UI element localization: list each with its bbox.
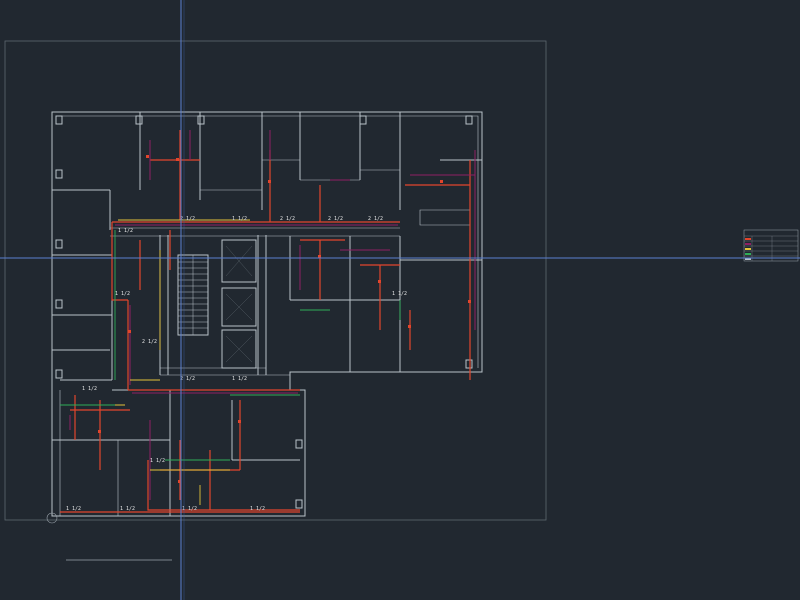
pipe-label: 1 1/2 [120, 506, 135, 512]
pipe-label: 1 1/2 [232, 216, 247, 222]
pipe-label: 1 1/2 [82, 386, 97, 392]
floor-plan-walls [51, 111, 483, 517]
pipe-label: 1 1/2 [150, 458, 165, 464]
pipe-label: 1 1/2 [250, 506, 265, 512]
pipe-label: 2 1/2 [328, 216, 343, 222]
pipe-label: 2 1/2 [180, 216, 195, 222]
pipe-network-red [60, 130, 471, 513]
sheet-border [4, 40, 547, 521]
pipe-label: 1 1/2 [392, 291, 407, 297]
fixture-marks [98, 155, 471, 483]
legend-table [743, 229, 799, 262]
pipe-label: 1 1/2 [66, 506, 81, 512]
pipe-label: 1 1/2 [118, 228, 133, 234]
pipe-network-green [60, 230, 401, 461]
pipe-label: 1 1/2 [182, 506, 197, 512]
pipe-label: 2 1/2 [280, 216, 295, 222]
pipe-label: 2 1/2 [180, 376, 195, 382]
pipe-network-yellow [100, 219, 250, 505]
pipe-label: 1 1/2 [115, 291, 130, 297]
cad-drawing-canvas[interactable]: 1 1/2 2 1/2 1 1/2 2 1/2 2 1/2 2 1/2 2 1/… [0, 0, 800, 600]
pipe-size-labels: 1 1/2 2 1/2 1 1/2 2 1/2 2 1/2 2 1/2 2 1/… [66, 216, 407, 512]
pipe-label: 1 1/2 [232, 376, 247, 382]
pipe-label: 2 1/2 [142, 339, 157, 345]
pipe-label: 2 1/2 [368, 216, 383, 222]
